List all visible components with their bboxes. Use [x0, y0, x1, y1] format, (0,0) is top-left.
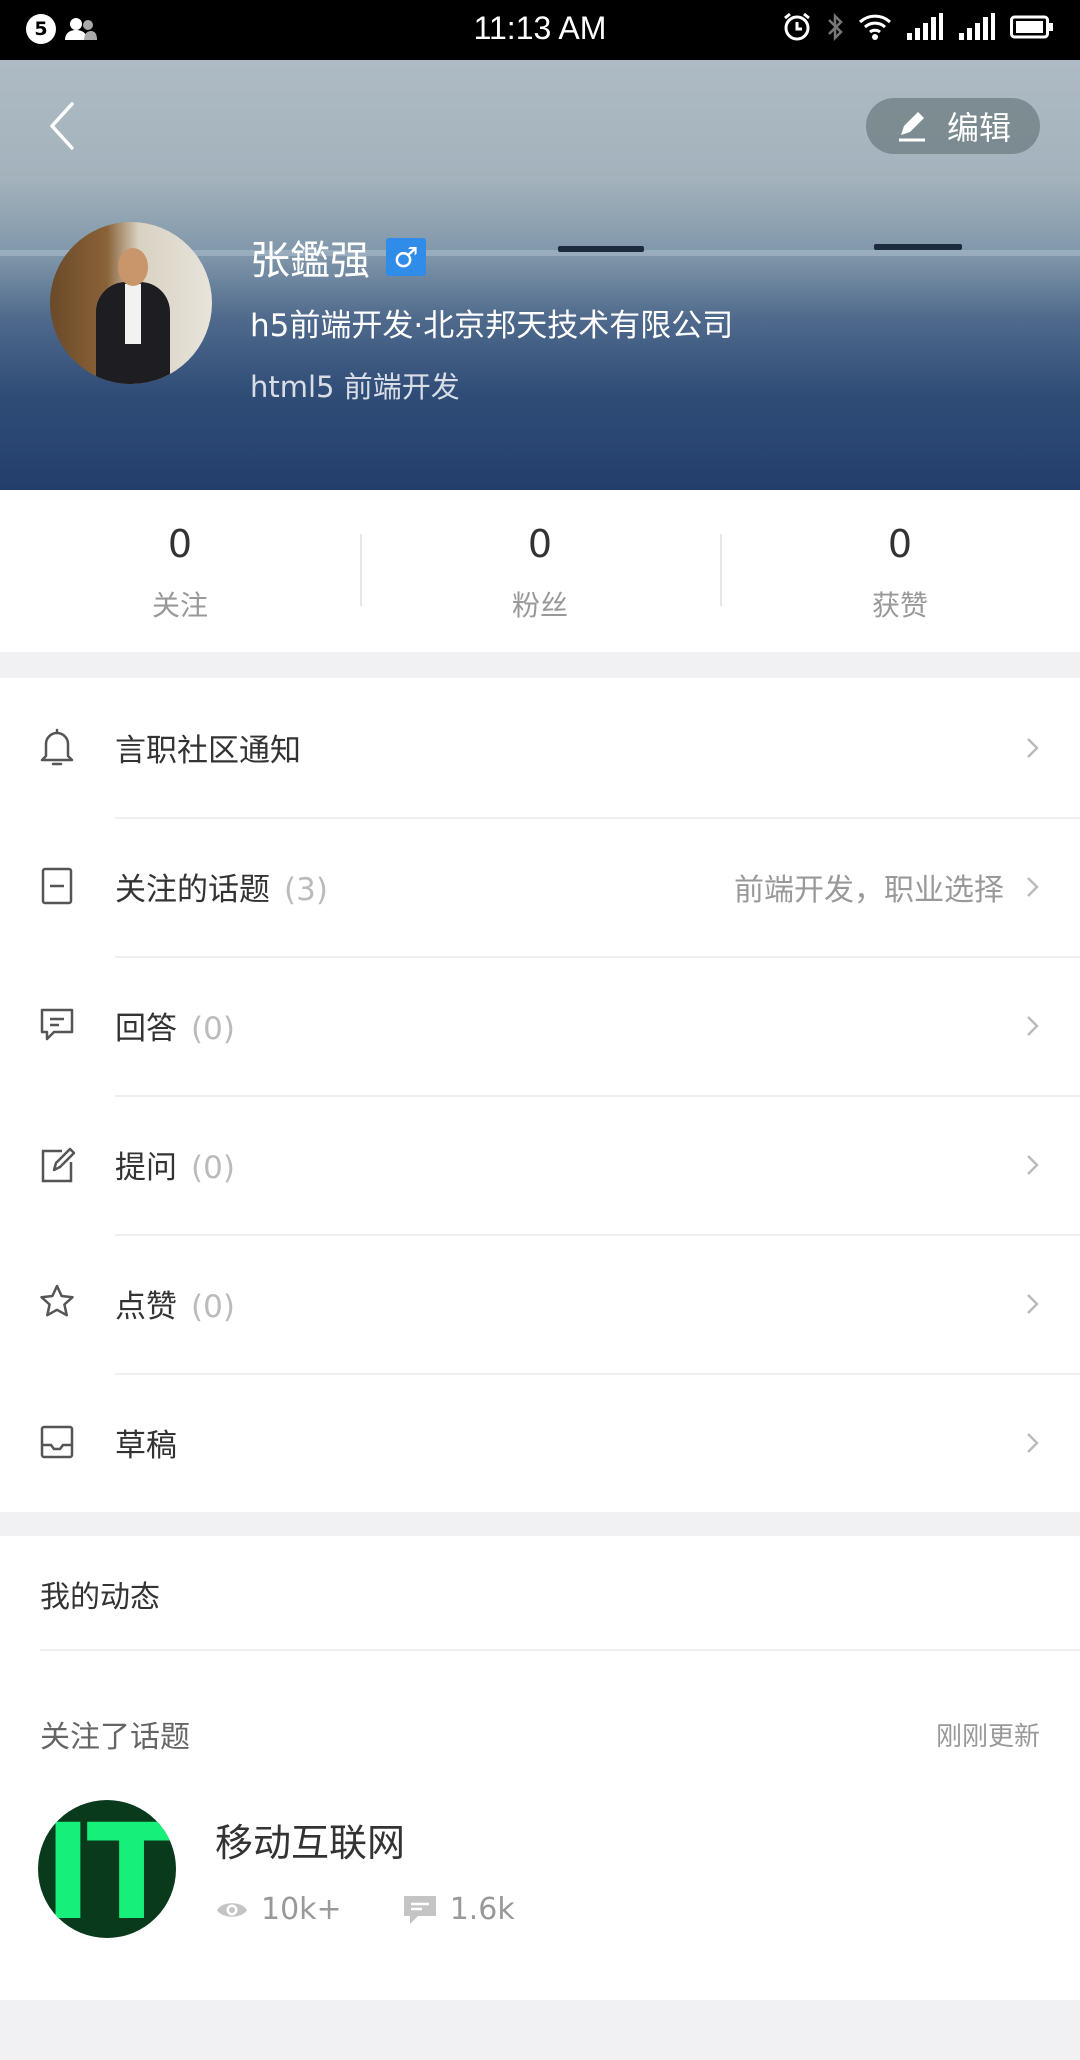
- menu-value: 前端开发，职业选择: [734, 872, 1004, 908]
- stat-value: 0: [167, 522, 193, 566]
- stat-following[interactable]: 0 关注: [0, 490, 360, 652]
- avatar[interactable]: [50, 222, 212, 384]
- comment-bubble-icon: [403, 1895, 436, 1924]
- bluetooth-icon: [828, 12, 843, 42]
- menu-count: (0): [191, 1289, 235, 1325]
- inbox-icon: [40, 1425, 74, 1459]
- comments-count: 1.6k: [449, 1892, 515, 1927]
- stat-label: 关注: [151, 589, 208, 622]
- ship-left: [558, 246, 644, 252]
- menu-item-notifications[interactable]: 言职社区通知: [0, 678, 1080, 817]
- menu-item-followed-topics[interactable]: 关注的话题 (3) 前端开发，职业选择: [0, 817, 1080, 956]
- stat-followers[interactable]: 0 粉丝: [360, 490, 720, 652]
- menu-label: 点赞 (0): [115, 1289, 235, 1325]
- activity-time: 刚刚更新: [935, 1722, 1040, 1752]
- stat-value: 0: [887, 522, 913, 566]
- alarm-icon: [784, 12, 810, 41]
- menu-count: (0): [191, 1150, 235, 1186]
- menu-label: 回答 (0): [115, 1011, 235, 1047]
- chevron-right-icon: [1027, 1016, 1039, 1036]
- divider: [40, 1649, 1080, 1651]
- edit-square-icon: [41, 1147, 76, 1183]
- user-headline: h5前端开发·北京邦天技术有限公司: [250, 308, 734, 344]
- signal-2-icon: [959, 13, 995, 40]
- chevron-right-icon: [1027, 738, 1039, 758]
- chevron-right-icon: [1027, 877, 1039, 897]
- topic-name[interactable]: 移动互联网: [215, 1812, 405, 1867]
- menu-label: 提问 (0): [115, 1150, 235, 1186]
- wifi-icon: [858, 14, 892, 40]
- menu-label: 关注的话题 (3): [115, 872, 328, 908]
- menu-item-answers[interactable]: 回答 (0): [0, 956, 1080, 1095]
- eye-icon: [217, 1902, 247, 1917]
- bell-icon: [40, 728, 74, 766]
- document-icon: [41, 867, 73, 905]
- stat-value: 0: [527, 522, 553, 566]
- menu-count: (0): [191, 1011, 235, 1047]
- battery-icon: [1010, 15, 1053, 39]
- stat-label: 获赞: [871, 589, 928, 622]
- edit-label: 编辑: [946, 109, 1011, 147]
- male-icon: ♂: [386, 238, 426, 276]
- menu-item-likes[interactable]: 点赞 (0): [0, 1234, 1080, 1373]
- star-icon: [40, 1284, 74, 1317]
- activity-title: 我的动态: [40, 1580, 160, 1615]
- signal-1-icon: [907, 13, 943, 40]
- stat-likes[interactable]: 0 获赞: [720, 490, 1080, 652]
- back-arrow-icon[interactable]: [44, 98, 84, 154]
- views-count: 10k+: [261, 1892, 342, 1927]
- comments-group: 1.6k: [402, 1892, 515, 1927]
- menu-item-drafts[interactable]: 草稿: [0, 1373, 1080, 1512]
- user-tagline: html5 前端开发: [250, 370, 460, 404]
- activity-section: 我的动态 关注了话题 刚刚更新 IT 移动互联网 10k+ 1.6k: [0, 1536, 1080, 2000]
- menu-label: 草稿: [115, 1428, 177, 1464]
- profile-header: 编辑 张鑑强 ♂ h5前端开发·北京邦天技术有限公司 html5 前端开发: [0, 60, 1080, 490]
- topic-logo-text: IT: [43, 1800, 176, 1938]
- ship-right: [874, 244, 962, 250]
- comment-icon: [40, 1008, 74, 1041]
- activity-type: 关注了话题: [40, 1720, 190, 1755]
- menu-count: (3): [284, 872, 328, 908]
- views-group: 10k+: [215, 1892, 342, 1927]
- menu-item-questions[interactable]: 提问 (0): [0, 1095, 1080, 1234]
- chevron-right-icon: [1027, 1155, 1039, 1175]
- status-bar: 5 11:13 AM: [0, 0, 1080, 60]
- stat-label: 粉丝: [511, 589, 568, 622]
- chevron-right-icon: [1027, 1433, 1039, 1453]
- menu-label: 言职社区通知: [115, 733, 301, 769]
- pencil-icon: [898, 112, 925, 142]
- status-right: [782, 12, 1054, 42]
- topic-logo[interactable]: IT: [38, 1800, 176, 1938]
- edit-button[interactable]: 编辑: [866, 98, 1040, 154]
- profile-menu: 言职社区通知 关注的话题 (3) 前端开发，职业选择 回答 (0) 提问 (0) 点赞…: [0, 678, 1080, 1512]
- topic-meta: 10k+ 1.6k: [215, 1892, 575, 1927]
- name-row: 张鑑强 ♂: [250, 228, 426, 286]
- chevron-right-icon: [1027, 1294, 1039, 1314]
- stats-bar: 0 关注 0 粉丝 0 获赞: [0, 490, 1080, 652]
- user-name: 张鑑强: [250, 238, 370, 284]
